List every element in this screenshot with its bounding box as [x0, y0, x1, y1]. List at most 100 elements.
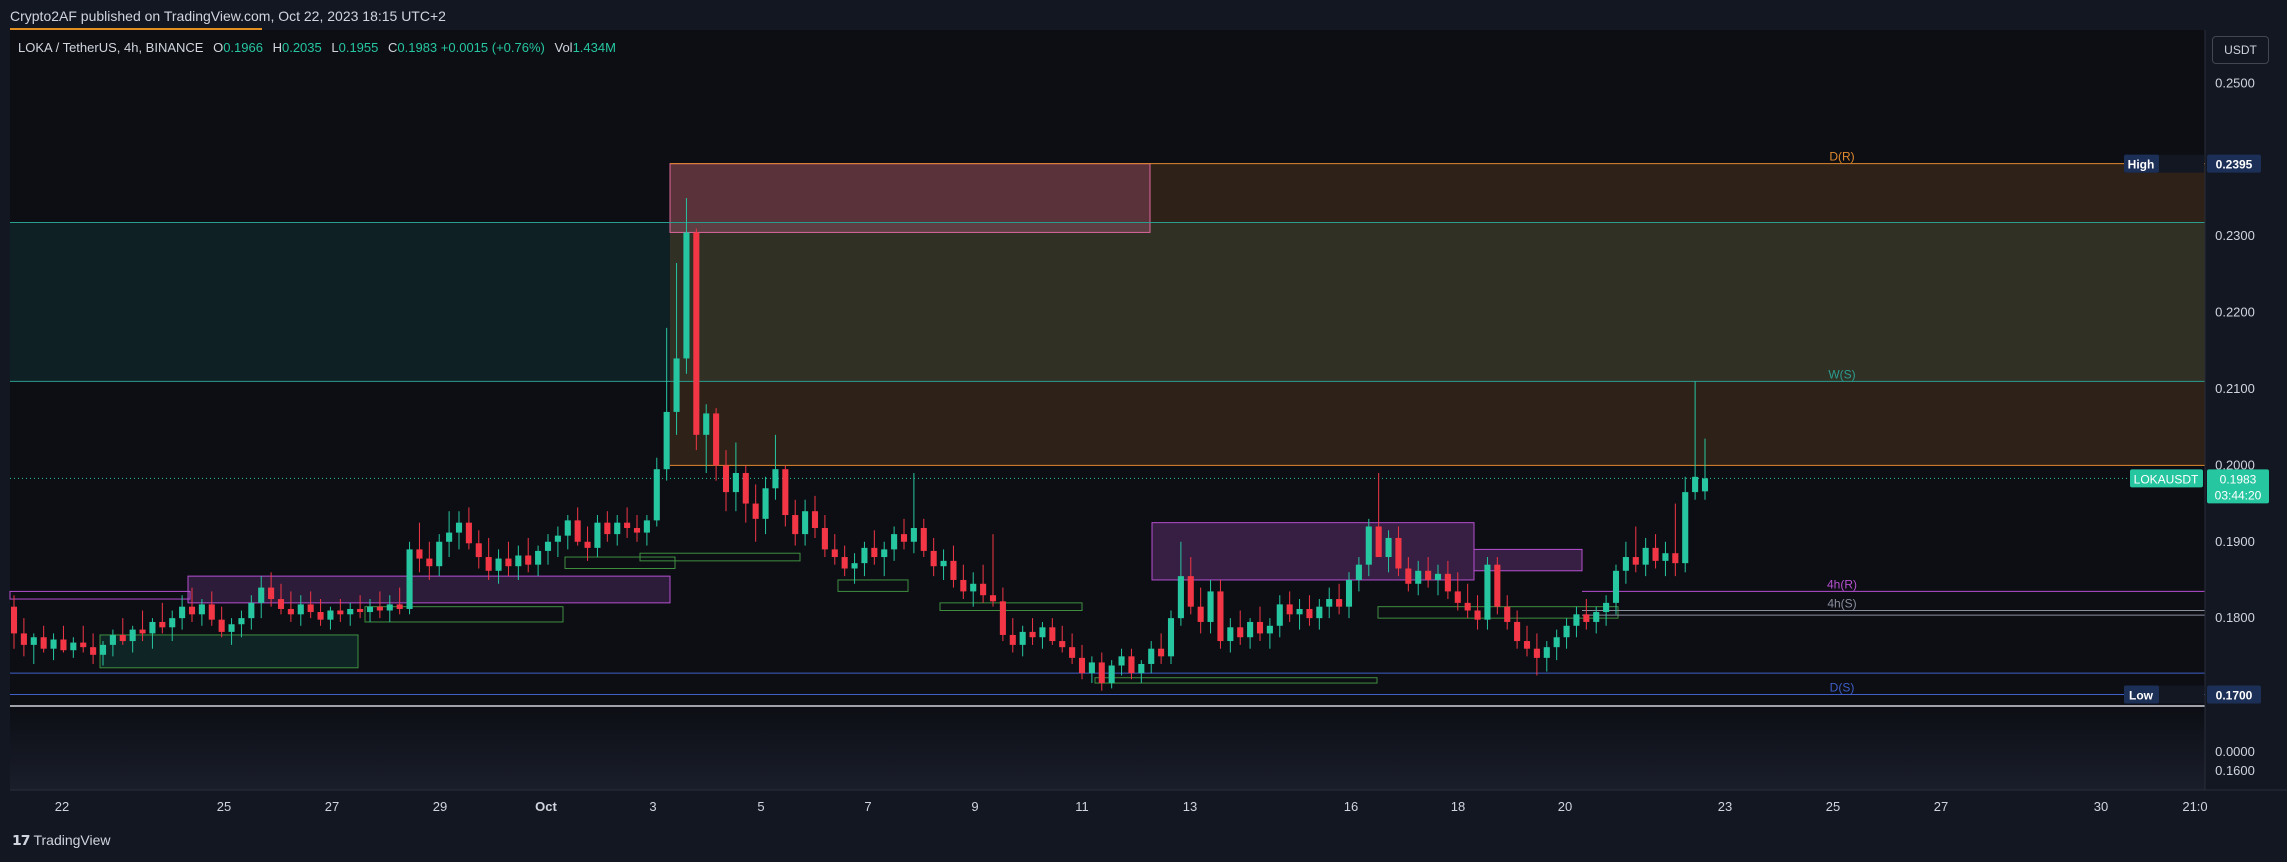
candle-body — [1247, 621, 1254, 638]
candle-body — [475, 543, 482, 558]
x-tick-label: 25 — [217, 799, 231, 814]
candle-body — [772, 469, 779, 489]
candle-body — [1405, 568, 1412, 584]
candle-body — [1306, 608, 1313, 619]
low-label: L — [331, 40, 339, 55]
candle-body — [881, 549, 888, 558]
candle-body — [1425, 570, 1432, 580]
candle-body — [1197, 606, 1204, 622]
candle-body — [841, 557, 848, 569]
level-label: W(S) — [1828, 367, 1855, 381]
candle-body — [446, 532, 453, 542]
candle-body — [386, 604, 393, 611]
candle-body — [119, 634, 126, 642]
volume-value: 1.434M — [572, 40, 616, 55]
candle-body — [792, 515, 799, 535]
candle-body — [10, 606, 18, 634]
candle-body — [1622, 557, 1629, 571]
candle-body — [139, 629, 146, 634]
right-axis-background — [2205, 30, 2287, 790]
candle-body — [1553, 637, 1560, 648]
candle-body — [396, 604, 403, 609]
candle-body — [1286, 604, 1293, 615]
candle-body — [871, 547, 878, 558]
candle-body — [1158, 648, 1165, 657]
candle-body — [683, 232, 690, 359]
candle-body — [1474, 610, 1481, 620]
candle-body — [258, 587, 265, 603]
candle-body — [930, 550, 937, 567]
symbol-title[interactable]: LOKA / TetherUS, 4h, BINANCE — [18, 40, 203, 55]
candle — [693, 228, 700, 451]
candle-body — [633, 528, 641, 533]
change-value: +0.0015 (+0.76%) — [440, 40, 545, 55]
x-tick-label: 16 — [1344, 799, 1358, 814]
candle-body — [1701, 478, 1709, 492]
candle-body — [1444, 573, 1451, 592]
candle-body — [188, 606, 196, 615]
candle-body — [228, 624, 235, 632]
candle-body — [99, 644, 107, 655]
high-value: 0.2035 — [281, 40, 322, 55]
candle-body — [1415, 570, 1422, 584]
level-label: 4h(R) — [1827, 577, 1857, 591]
candle-body — [129, 629, 136, 642]
candle-body — [1207, 591, 1214, 622]
x-tick-label: 25 — [1826, 799, 1840, 814]
candle-body — [1514, 621, 1521, 642]
symbol-legend[interactable]: LOKA / TetherUS, 4h, BINANCE O0.1966 H0.… — [18, 40, 616, 55]
tradingview-logo-icon: 𝟭𝟳 — [12, 832, 31, 848]
tradingview-logo[interactable]: 𝟭𝟳 TradingView — [12, 832, 111, 849]
candle-body — [1187, 576, 1194, 607]
currency-button[interactable]: USDT — [2212, 36, 2269, 64]
candle-body — [179, 606, 186, 619]
y-tick-label: 0.1600 — [2215, 763, 2255, 778]
candle-body — [1682, 492, 1689, 564]
candle-body — [149, 621, 156, 634]
y-tick-label: 0.2300 — [2215, 228, 2255, 243]
candle-body — [762, 488, 769, 519]
candle-body — [564, 520, 571, 536]
candle-body — [416, 549, 423, 559]
candle-body — [515, 555, 522, 567]
publisher-underline — [10, 28, 262, 30]
candle-body — [1603, 602, 1610, 613]
candle-body — [1612, 570, 1620, 603]
x-tick-label: 30 — [2094, 799, 2108, 814]
candle-body — [1167, 618, 1175, 657]
y-tick-label: 0.2100 — [2215, 381, 2255, 396]
price-chart[interactable]: D(R) W(S) 4h(R) 4h(S) D(S) 0.2500 0.2300 0.220… — [0, 0, 2287, 862]
candle-body — [436, 541, 443, 567]
x-tick-label: 9 — [971, 799, 978, 814]
candle-body — [60, 639, 67, 651]
candle-body — [70, 642, 77, 651]
candle-body — [505, 558, 512, 567]
low-value: 0.1955 — [338, 40, 379, 55]
candle-body — [1039, 627, 1046, 638]
candle-body — [1098, 662, 1105, 684]
candle-body — [1454, 591, 1461, 603]
candle-body — [970, 583, 977, 592]
x-tick-label: Oct — [535, 799, 557, 814]
top-bar: Crypto2AF published on TradingView.com, … — [0, 0, 2287, 30]
candle-body — [159, 621, 166, 628]
candle-body — [30, 637, 37, 645]
candle-body — [1504, 606, 1511, 622]
candle-body — [1395, 537, 1402, 569]
high-price-label: 0.2395 — [2216, 158, 2253, 172]
candle — [406, 541, 413, 615]
candle-body — [495, 558, 502, 571]
candle-body — [802, 511, 809, 535]
candle-body — [713, 413, 720, 466]
lower-pane-background — [10, 706, 2205, 790]
candle-body — [426, 558, 433, 567]
candle-body — [1345, 579, 1353, 607]
candle-body — [1593, 612, 1600, 622]
candle-body — [1009, 634, 1016, 645]
x-tick-label: 3 — [649, 799, 656, 814]
candle-body — [544, 541, 552, 551]
candle-body — [1256, 621, 1264, 634]
candle-body — [1177, 576, 1184, 619]
candle-body — [277, 599, 285, 609]
candle-body — [1355, 564, 1362, 580]
